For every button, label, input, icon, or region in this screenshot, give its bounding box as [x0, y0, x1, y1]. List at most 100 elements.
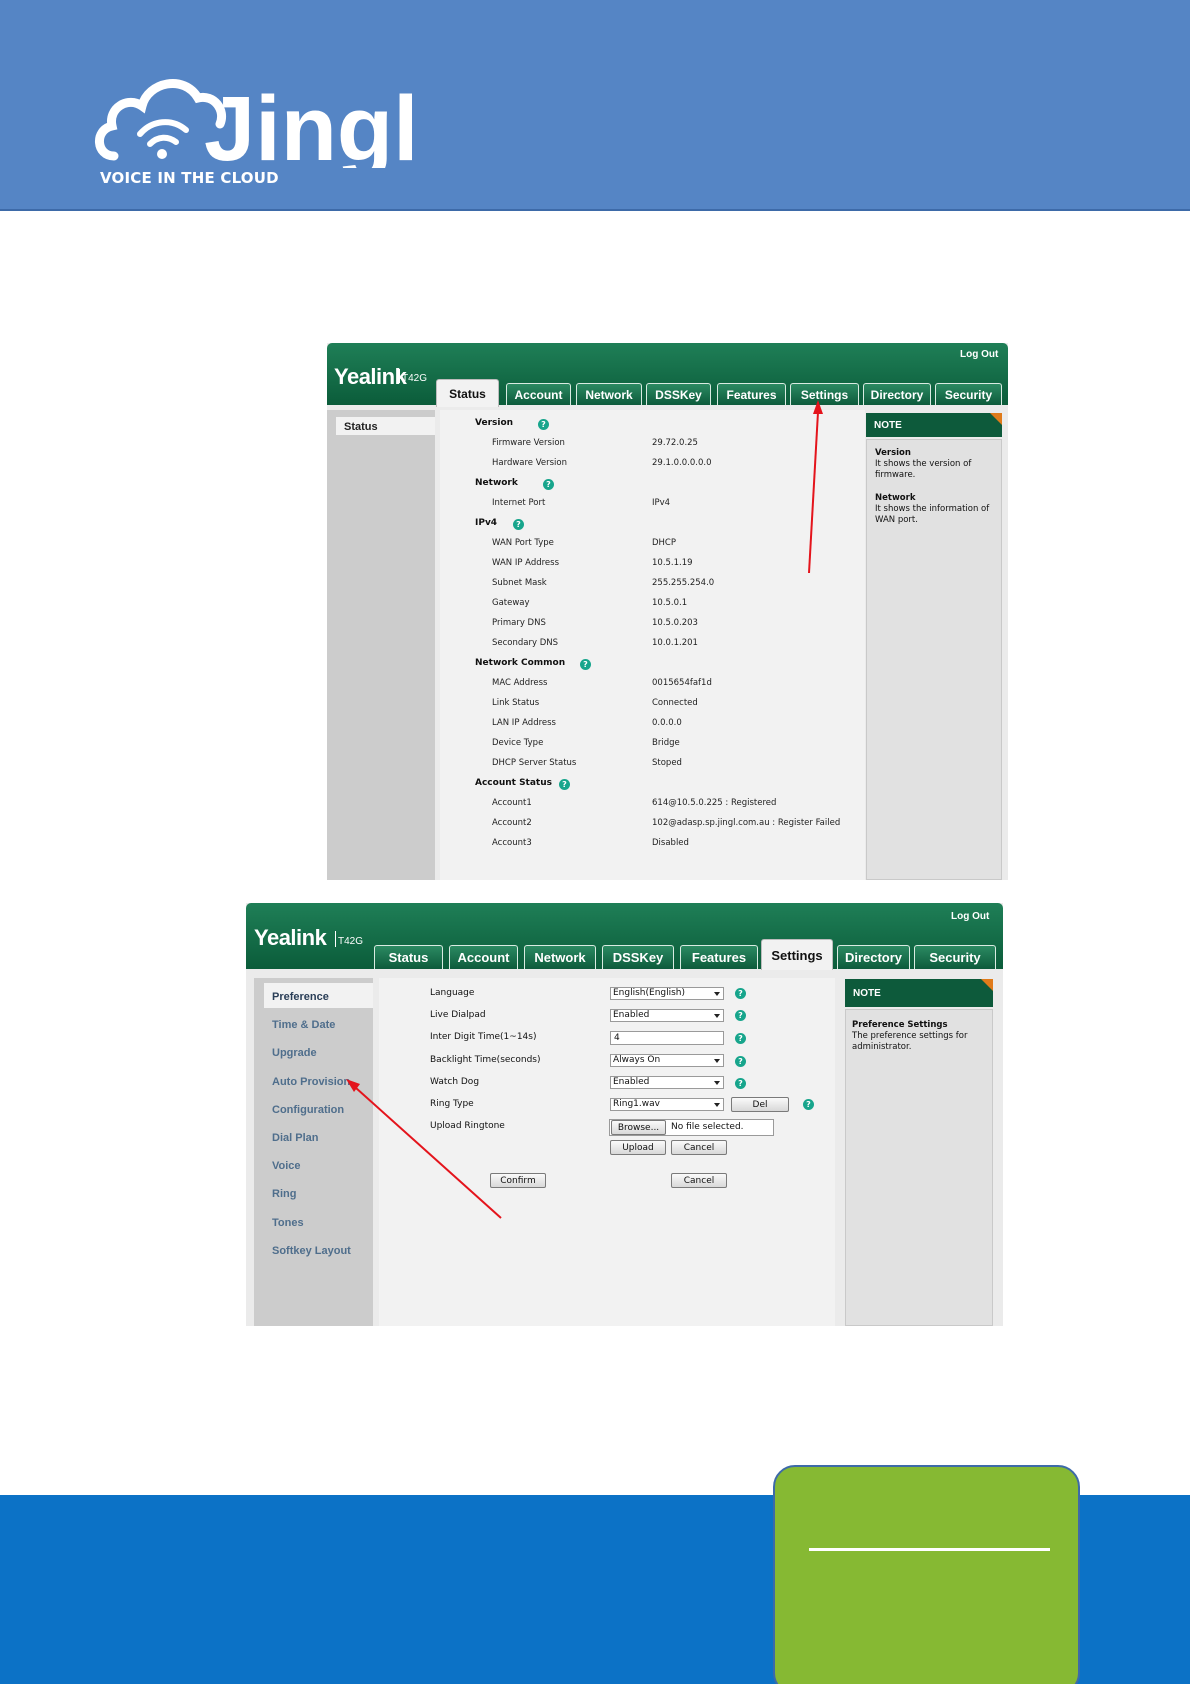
sidebar-item-upgrade[interactable]: Upgrade: [272, 1047, 317, 1059]
tab-security[interactable]: Security: [914, 945, 996, 969]
row-value: 10.5.1.19: [652, 558, 693, 568]
row-value: Bridge: [652, 738, 680, 748]
backlight-label: Backlight Time(seconds): [430, 1055, 541, 1065]
sidebar-item-time-date[interactable]: Time & Date: [272, 1019, 335, 1031]
help-icon[interactable]: ?: [735, 1010, 746, 1021]
help-icon[interactable]: ?: [580, 659, 591, 670]
note-text: The preference settings for administrato…: [852, 1031, 968, 1052]
tab-settings[interactable]: Settings: [761, 939, 833, 970]
sidebar-item-configuration[interactable]: Configuration: [272, 1104, 344, 1116]
del-button[interactable]: Del: [731, 1097, 789, 1112]
chevron-down-icon: [714, 1059, 720, 1063]
help-icon[interactable]: ?: [735, 1056, 746, 1067]
sidebar-item-ring[interactable]: Ring: [272, 1188, 296, 1200]
live-dialpad-select[interactable]: Enabled: [610, 1009, 724, 1022]
tab-features[interactable]: Features: [717, 383, 786, 405]
row-label: WAN IP Address: [492, 558, 559, 568]
footer-card: [773, 1465, 1080, 1684]
row-label: MAC Address: [492, 678, 548, 688]
ring-type-select[interactable]: Ring1.wav: [610, 1098, 724, 1111]
sidebar-item-status[interactable]: Status: [336, 417, 435, 435]
note-header: NOTE: [866, 413, 1002, 437]
help-icon[interactable]: ?: [735, 988, 746, 999]
note-text: It shows the information of WAN port.: [875, 504, 990, 525]
row-value: DHCP: [652, 538, 676, 548]
tab-network[interactable]: Network: [524, 945, 596, 969]
brand-divider: [335, 931, 336, 947]
tab-account[interactable]: Account: [449, 945, 518, 969]
note-corner-icon: [981, 979, 993, 991]
row-label: WAN Port Type: [492, 538, 554, 548]
row-label: Hardware Version: [492, 458, 567, 468]
backlight-select[interactable]: Always On: [610, 1054, 724, 1067]
ring-type-value: Ring1.wav: [613, 1099, 660, 1109]
row-value: 29.72.0.25: [652, 438, 698, 448]
row-value: Stoped: [652, 758, 682, 768]
note-item: Preference Settings The preference setti…: [852, 1020, 986, 1053]
footer-card-divider: [809, 1548, 1050, 1551]
help-icon[interactable]: ?: [538, 419, 549, 430]
tab-settings[interactable]: Settings: [790, 383, 859, 405]
logout-link[interactable]: Log Out: [960, 349, 998, 360]
cancel-button[interactable]: Cancel: [671, 1173, 727, 1188]
live-dialpad-value: Enabled: [613, 1010, 650, 1020]
sidebar-item-voice[interactable]: Voice: [272, 1160, 301, 1172]
sidebar-item-tones[interactable]: Tones: [272, 1217, 304, 1229]
tab-network[interactable]: Network: [576, 383, 642, 405]
sidebar: Status: [327, 410, 435, 880]
tab-dsskey[interactable]: DSSKey: [646, 383, 711, 405]
tab-status[interactable]: Status: [436, 379, 499, 407]
row-label: Account3: [492, 838, 532, 848]
live-dialpad-label: Live Dialpad: [430, 1010, 486, 1020]
model-name: T42G: [402, 373, 428, 384]
row-label: DHCP Server Status: [492, 758, 577, 768]
inter-digit-input[interactable]: 4: [610, 1031, 724, 1045]
section-network-common: Network Common: [475, 658, 566, 668]
row-value: 102@adasp.sp.jingl.com.au : Register Fai…: [652, 818, 841, 828]
document-header: Jingl VOICE IN THE CLOUD: [0, 0, 1190, 211]
row-value: 614@10.5.0.225 : Registered: [652, 798, 777, 808]
tab-account[interactable]: Account: [506, 383, 571, 405]
help-icon[interactable]: ?: [559, 779, 570, 790]
tab-features[interactable]: Features: [680, 945, 758, 969]
tab-directory[interactable]: Directory: [863, 383, 931, 405]
help-icon[interactable]: ?: [513, 519, 524, 530]
upload-button[interactable]: Upload: [610, 1140, 666, 1155]
tab-status[interactable]: Status: [374, 945, 443, 969]
tab-security[interactable]: Security: [935, 383, 1002, 405]
sidebar-item-auto-provision[interactable]: Auto Provision: [272, 1076, 350, 1088]
language-select[interactable]: English(English): [610, 987, 724, 1000]
row-value: 10.0.1.201: [652, 638, 698, 648]
row-label: Device Type: [492, 738, 544, 748]
sidebar-item-dial-plan[interactable]: Dial Plan: [272, 1132, 318, 1144]
note-item: Network It shows the information of WAN …: [875, 493, 993, 526]
tab-directory[interactable]: Directory: [837, 945, 910, 969]
note-header: NOTE: [845, 979, 993, 1007]
preference-form: Language English(English) ? Live Dialpad…: [379, 978, 835, 1326]
row-label: Gateway: [492, 598, 530, 608]
model-name: T42G: [338, 936, 364, 947]
brand-name: Yealink: [254, 925, 327, 950]
confirm-button[interactable]: Confirm: [490, 1173, 546, 1188]
ring-type-label: Ring Type: [430, 1099, 474, 1109]
help-icon[interactable]: ?: [803, 1099, 814, 1110]
note-text: It shows the version of firmware.: [875, 459, 972, 480]
file-status: No file selected.: [671, 1122, 744, 1132]
sidebar-item-softkey-layout[interactable]: Softkey Layout: [272, 1245, 351, 1257]
sidebar-item-preference[interactable]: Preference: [264, 983, 373, 1008]
logo-tagline: VOICE IN THE CLOUD: [100, 169, 279, 187]
section-version: Version: [475, 418, 514, 428]
help-icon[interactable]: ?: [735, 1033, 746, 1044]
help-icon[interactable]: ?: [543, 479, 554, 490]
upload-cancel-button[interactable]: Cancel: [671, 1140, 727, 1155]
brand-divider: [399, 369, 400, 383]
logout-link[interactable]: Log Out: [951, 911, 989, 922]
backlight-value: Always On: [613, 1055, 661, 1065]
browse-button[interactable]: Browse...: [611, 1120, 666, 1135]
status-screenshot: Yealink T42G Log Out Status Account Netw…: [327, 343, 1008, 880]
help-icon[interactable]: ?: [735, 1078, 746, 1089]
tab-dsskey[interactable]: DSSKey: [602, 945, 674, 969]
watch-dog-label: Watch Dog: [430, 1077, 480, 1087]
note-item: Version It shows the version of firmware…: [875, 448, 993, 481]
watch-dog-select[interactable]: Enabled: [610, 1076, 724, 1089]
